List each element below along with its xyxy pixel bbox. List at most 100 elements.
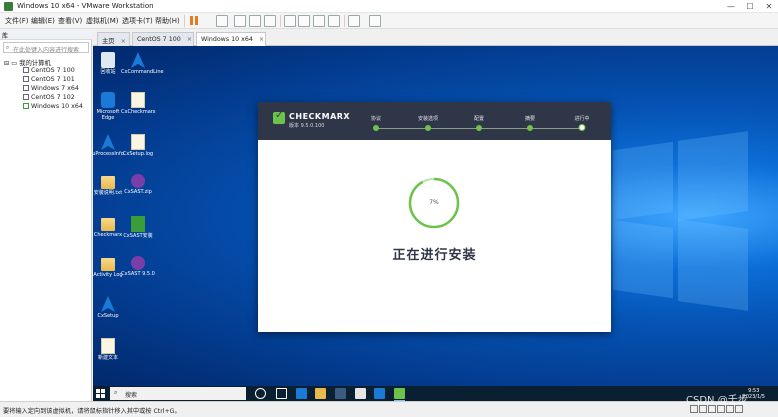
step-current-dot — [578, 124, 586, 131]
tab-label: CentOS 7 100 — [137, 36, 181, 43]
tree-item-label: CentOS 7 102 — [31, 94, 75, 101]
menu-view[interactable]: 查看(V) — [58, 16, 82, 26]
library-search-placeholder: 在此处键入内容进行搜索 — [13, 47, 80, 54]
menu-vm[interactable]: 虚拟机(M) — [86, 16, 119, 26]
menu-file[interactable]: 文件(F) — [5, 16, 29, 26]
snapshot-icon[interactable] — [234, 15, 246, 27]
toolbar-separator — [184, 15, 185, 27]
maximize-button[interactable]: ☐ — [741, 0, 759, 13]
tree-item-vm-selected[interactable]: Windows 10 x64 — [23, 103, 83, 110]
status-message: 要将输入定向到该虚拟机，请将鼠标指针移入其中或按 Ctrl+G。 — [3, 408, 181, 415]
menu-tabs[interactable]: 选项卡(T) — [122, 16, 153, 26]
file-explorer-icon[interactable] — [315, 388, 326, 399]
wallpaper-pane — [678, 219, 748, 311]
tree-item-vm[interactable]: CentOS 7 102 — [23, 94, 75, 101]
tab-label: 主页 — [102, 38, 115, 45]
close-button[interactable]: ✕ — [760, 0, 778, 13]
desktop-icon[interactable]: CxSAST 9.5.0 — [121, 256, 155, 277]
desktop-icon[interactable]: CxCommandLine — [121, 52, 164, 75]
installer-window[interactable]: CHECKMARX 版本 9.5.0.100 协议 安装选项 配置 摘要 进行中… — [258, 102, 611, 332]
rar-archive-icon — [131, 174, 145, 188]
stretch-guest-icon[interactable] — [369, 15, 381, 27]
vm-icon — [23, 67, 29, 73]
library-close-icon[interactable]: × — [2, 31, 90, 38]
installer-brand: CHECKMARX — [289, 112, 351, 121]
desktop-icon[interactable]: CxCheckmarx — [121, 92, 156, 115]
tab-close-icon[interactable]: × — [187, 36, 192, 43]
menu-help[interactable]: 帮助(H) — [155, 16, 180, 26]
mail-icon[interactable] — [355, 388, 366, 399]
wallpaper-pane — [678, 131, 748, 221]
step-label: 摘要 — [524, 116, 536, 122]
taskbar-search-input[interactable]: ⌕ 搜索 — [110, 387, 246, 400]
desktop-icon[interactable]: 新建文本 — [93, 338, 125, 361]
revert-snapshot-icon[interactable] — [249, 15, 261, 27]
desktop-icon[interactable]: CxSetup — [93, 296, 125, 319]
computer-icon: ▭ — [11, 60, 18, 67]
sound-icon[interactable] — [726, 405, 734, 413]
tab-close-icon[interactable]: × — [121, 38, 126, 45]
tab-windows-10-x64[interactable]: Windows 10 x64 × — [196, 32, 266, 46]
network-icon[interactable] — [708, 405, 716, 413]
usb-icon[interactable] — [717, 405, 725, 413]
tree-item-vm[interactable]: CentOS 7 100 — [23, 67, 75, 74]
checkmarx-logo-icon — [273, 110, 285, 124]
unity-icon[interactable] — [328, 15, 340, 27]
tree-item-vm[interactable]: Windows 7 x64 — [23, 85, 79, 92]
device-icons — [690, 405, 744, 415]
wallpaper-pane — [613, 219, 673, 299]
tree-item-label: 我的计算机 — [19, 60, 51, 67]
console-view-icon[interactable] — [348, 15, 360, 27]
library-header: 库 × — [0, 29, 92, 40]
send-ctrl-alt-del-icon[interactable] — [216, 15, 228, 27]
checkmarx-taskbar-icon[interactable] — [394, 388, 405, 401]
app-shortcut-icon — [131, 52, 145, 68]
store-icon[interactable] — [335, 388, 346, 399]
tree-item-label: CentOS 7 100 — [31, 67, 75, 74]
step-label: 进行中 — [574, 116, 590, 122]
step-done-dot — [373, 125, 379, 131]
library-search-input[interactable]: ⌕ 在此处键入内容进行搜索 — [3, 42, 89, 54]
status-bar: 要将输入定向到该虚拟机，请将鼠标指针移入其中或按 Ctrl+G。 — [0, 401, 778, 417]
windows-taskbar: ⌕ 搜索 9:53 2023/1/5 — [93, 386, 778, 401]
windows-start-icon[interactable] — [96, 389, 105, 398]
desktop-icon[interactable]: CxSAST安装 — [121, 216, 155, 239]
document-icon — [101, 338, 115, 354]
show-library-icon[interactable] — [284, 15, 296, 27]
cortana-icon[interactable] — [255, 388, 266, 399]
desktop-icon[interactable]: CxSetup.log — [121, 134, 155, 157]
minimize-button[interactable]: — — [722, 0, 740, 13]
app-taskbar-icon[interactable] — [374, 388, 385, 399]
progress-percent: 7% — [429, 199, 439, 206]
step-done-dot — [476, 125, 482, 131]
step-label: 协议 — [370, 116, 382, 122]
hdd-icon[interactable] — [690, 405, 698, 413]
csdn-watermark: CSDN @千步 — [686, 395, 748, 406]
tab-bar: 主页 × CentOS 7 100 × Windows 10 x64 × — [93, 29, 778, 46]
full-screen-icon[interactable] — [313, 15, 325, 27]
edge-taskbar-icon[interactable] — [296, 388, 307, 399]
menu-edit[interactable]: 编辑(E) — [31, 16, 55, 26]
cdrom-icon[interactable] — [699, 405, 707, 413]
tree-item-label: Windows 10 x64 — [31, 103, 83, 110]
desktop-icon[interactable]: CxSAST.zip — [121, 174, 155, 195]
display-icon[interactable] — [735, 405, 743, 413]
document-icon — [131, 92, 145, 108]
wallpaper-pane — [613, 141, 673, 221]
tab-home[interactable]: 主页 × — [97, 32, 130, 46]
tree-item-vm[interactable]: CentOS 7 101 — [23, 76, 75, 83]
tree-item-label: Windows 7 x64 — [31, 85, 79, 92]
step-label: 配置 — [473, 116, 485, 122]
rar-archive-icon — [131, 256, 145, 270]
tab-close-icon[interactable]: × — [259, 36, 264, 43]
collapse-icon[interactable]: ⊟ — [4, 60, 9, 67]
task-view-icon[interactable] — [276, 388, 287, 399]
window-title: Windows 10 x64 - VMware Workstation — [17, 2, 154, 10]
pause-icon[interactable] — [188, 15, 200, 27]
thumbnail-view-icon[interactable] — [298, 15, 310, 27]
snapshot-manager-icon[interactable] — [264, 15, 276, 27]
installer-version: 版本 9.5.0.100 — [289, 123, 325, 129]
search-icon: ⌕ — [114, 389, 118, 396]
tab-centos-7-100[interactable]: CentOS 7 100 × — [132, 32, 194, 46]
tree-item-my-computer[interactable]: ⊟ ▭ 我的计算机 — [4, 58, 51, 67]
